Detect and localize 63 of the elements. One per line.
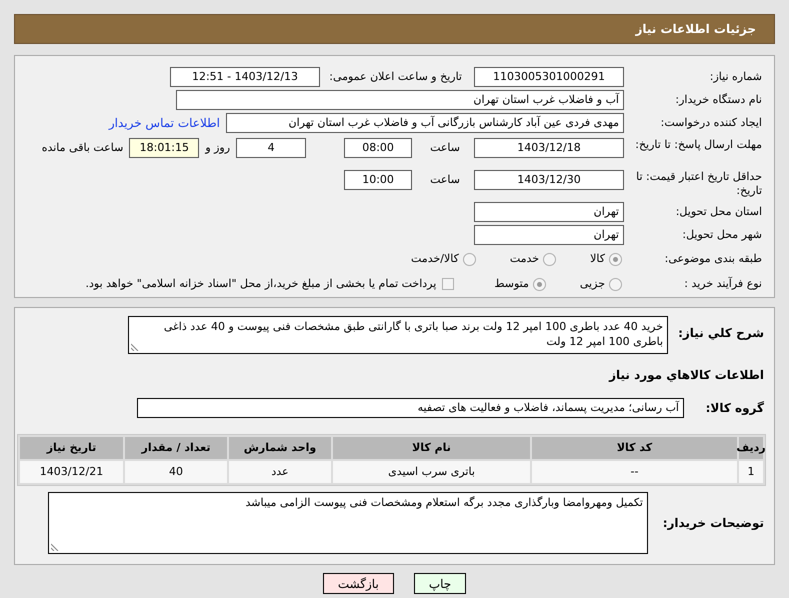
- text-field[interactable]: 18:01:15: [129, 138, 200, 158]
- table-cell: 1: [739, 461, 763, 483]
- field-label: استان محل تحویل:: [674, 204, 762, 218]
- treasury-note: پرداخت تمام یا بخشی از مبلغ خرید،از محل "اسناد خزانه اسلامی" خواهد بود.: [86, 276, 436, 292]
- column-header: ردیف: [739, 437, 763, 459]
- column-header: نام کالا: [333, 437, 530, 459]
- text-field[interactable]: تهران: [474, 224, 624, 244]
- table-cell: 40: [125, 461, 227, 483]
- text-field[interactable]: آب رسانی؛ مدیریت پسماند، فاضلاب و فعالیت های تصفیه: [137, 398, 684, 418]
- text-field[interactable]: 10:00: [344, 170, 412, 190]
- text-field[interactable]: آب و فاضلاب غرب استان تهران: [176, 90, 624, 110]
- radio-button[interactable]: [532, 278, 546, 290]
- resize-grip-icon: [51, 543, 59, 551]
- text-field[interactable]: مهدی فردی عین آباد کارشناس بازرگانی آب و فاضلاب غرب استان تهران: [226, 113, 624, 133]
- field-label: روز و: [205, 140, 230, 156]
- field-label: شماره نیاز:: [708, 70, 762, 84]
- text-field[interactable]: 1403/12/30: [474, 170, 624, 190]
- radio-label: جزیی: [580, 276, 605, 292]
- radio-label: خدمت: [510, 250, 540, 267]
- field-label: ساعت: [430, 140, 460, 156]
- checkbox-box[interactable]: [442, 278, 454, 290]
- field-label: ایجاد کننده درخواست:: [660, 116, 762, 130]
- column-header: واحد شمارش: [229, 437, 331, 459]
- radio-button[interactable]: [609, 278, 622, 290]
- text-field[interactable]: 1403/12/13 - 12:51: [170, 67, 320, 87]
- text-field[interactable]: تهران: [474, 202, 624, 222]
- section-label: گروه کالا:: [704, 400, 764, 417]
- column-header: تاریخ نیاز: [20, 437, 123, 459]
- radio-button[interactable]: [462, 252, 476, 266]
- resize-grip-icon: [131, 343, 139, 351]
- radio-label: متوسط: [494, 276, 529, 292]
- field-label: ساعت: [430, 172, 460, 188]
- field-label: ساعت باقی مانده: [42, 140, 124, 156]
- text-area[interactable]: خرید 40 عدد باطری 100 امپر 12 ولت برند صبا باتری با گارانتی طبق مشخصات فنی پیوست و 40 عدد ذاغی باطری 100 امپر 12 ولت: [128, 316, 668, 354]
- text-field[interactable]: 4: [236, 138, 306, 158]
- field-label: تاریخ و ساعت اعلان عمومی:: [328, 70, 462, 84]
- text-field[interactable]: 1103005301000291: [474, 67, 624, 87]
- section-label: توضیحات خریدار:: [662, 515, 764, 532]
- field-label: حداقل تاریخ اعتبار قیمت: تا تاریخ:: [635, 170, 762, 198]
- back-button[interactable]: بازگشت: [322, 573, 394, 594]
- field-label: مهلت ارسال پاسخ: تا تاریخ:: [634, 138, 762, 152]
- table-cell: 1403/12/21: [20, 461, 123, 483]
- section-heading: اطلاعات کالاهاي مورد نياز: [608, 367, 764, 384]
- table-cell: باتری سرب اسیدی: [333, 461, 530, 483]
- radio-button[interactable]: [609, 252, 622, 266]
- text-field[interactable]: 08:00: [344, 138, 412, 158]
- section-label: شرح کلي نياز:: [677, 325, 764, 342]
- column-header: کد کالا: [532, 437, 737, 459]
- print-button[interactable]: چاپ: [414, 573, 466, 594]
- table-cell: --: [532, 461, 737, 483]
- text-area[interactable]: تکمیل ومهروامضا وبارگذاری مجدد برگه استعلام ومشخصات فنی پیوست الزامی میباشد: [48, 492, 648, 554]
- contact-link[interactable]: اطلاعات تماس خریدار: [108, 114, 220, 132]
- field-label: طبقه بندی موضوعی:: [664, 252, 762, 266]
- page-header: جزئیات اطلاعات نیاز: [14, 14, 775, 44]
- table-cell: عدد: [229, 461, 331, 483]
- field-label: شهر محل تحویل:: [681, 228, 762, 242]
- field-label: نوع فرآیند خرید :: [683, 277, 762, 291]
- field-label: نام دستگاه خریدار:: [674, 93, 762, 107]
- radio-label: کالا/خدمت: [411, 250, 459, 267]
- radio-label: کالا: [590, 250, 605, 267]
- text-field[interactable]: 1403/12/18: [474, 138, 624, 158]
- column-header: تعداد / مقدار: [125, 437, 227, 459]
- radio-button[interactable]: [543, 252, 556, 266]
